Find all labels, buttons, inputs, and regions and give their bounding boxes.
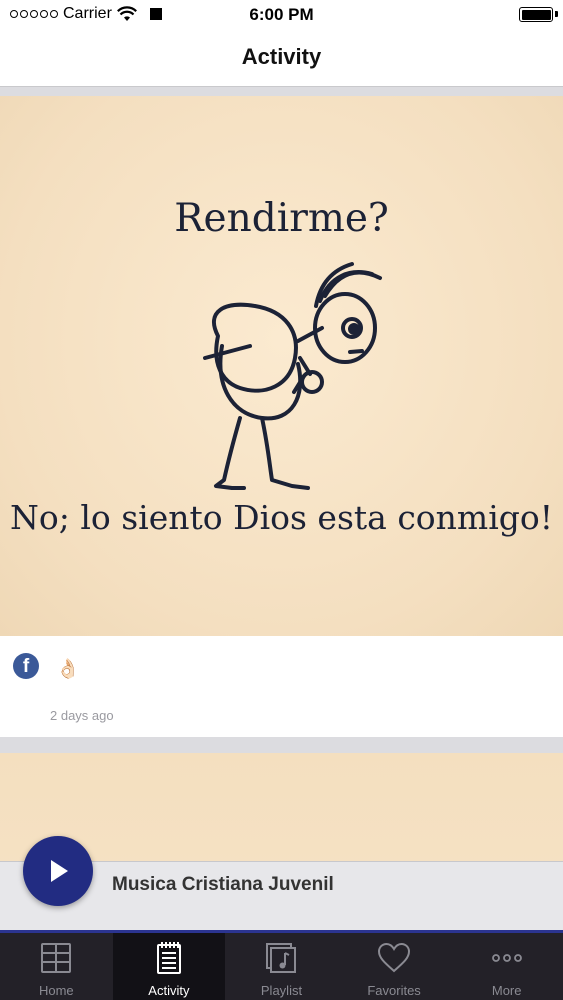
more-dots-icon	[491, 954, 522, 962]
tab-favorites-label: Favorites	[367, 983, 421, 998]
tab-playlist-label: Playlist	[260, 983, 303, 998]
battery-tip	[555, 11, 558, 17]
play-button[interactable]	[23, 836, 93, 906]
facebook-icon[interactable]: f	[13, 653, 39, 679]
post-timestamp: 2 days ago	[50, 708, 114, 723]
tab-playlist[interactable]: Playlist	[225, 933, 338, 1000]
track-title[interactable]: Musica Cristiana Juvenil	[112, 874, 334, 896]
tab-more[interactable]: More	[450, 933, 563, 1000]
tab-activity-label: Activity	[148, 983, 190, 998]
tab-home[interactable]: Home	[0, 933, 113, 1000]
status-time: 6:00 PM	[249, 5, 314, 24]
tab-favorites[interactable]: Favorites	[338, 933, 451, 1000]
post-card[interactable]: f 👌🏻 2 days ago	[0, 636, 563, 737]
status-bar: Carrier 6:00 PM	[0, 0, 563, 30]
post-image-caption: No; lo siento Dios esta conmigo!	[9, 498, 554, 537]
music-note-icon	[266, 943, 297, 973]
tab-more-label: More	[491, 983, 522, 998]
heart-icon	[378, 942, 411, 973]
nav-bar: Activity	[0, 30, 563, 87]
cartoon-figure-illustration	[203, 262, 382, 490]
tab-activity[interactable]: Activity	[112, 933, 226, 1000]
page-title: Activity	[241, 44, 322, 69]
post-text: 👌🏻	[56, 659, 80, 680]
grid-icon	[41, 943, 72, 973]
notepad-icon	[156, 942, 181, 974]
activity-feed[interactable]: Rendirme? No; lo siento Dios esta conmig…	[0, 87, 563, 933]
post-image[interactable]: Rendirme? No; lo siento Dios esta conmig…	[0, 96, 563, 636]
tab-bar: Home Activity Playlist Favorites More	[0, 933, 563, 1000]
play-icon	[51, 860, 68, 882]
battery-icon	[519, 7, 553, 22]
tab-home-label: Home	[38, 983, 74, 998]
